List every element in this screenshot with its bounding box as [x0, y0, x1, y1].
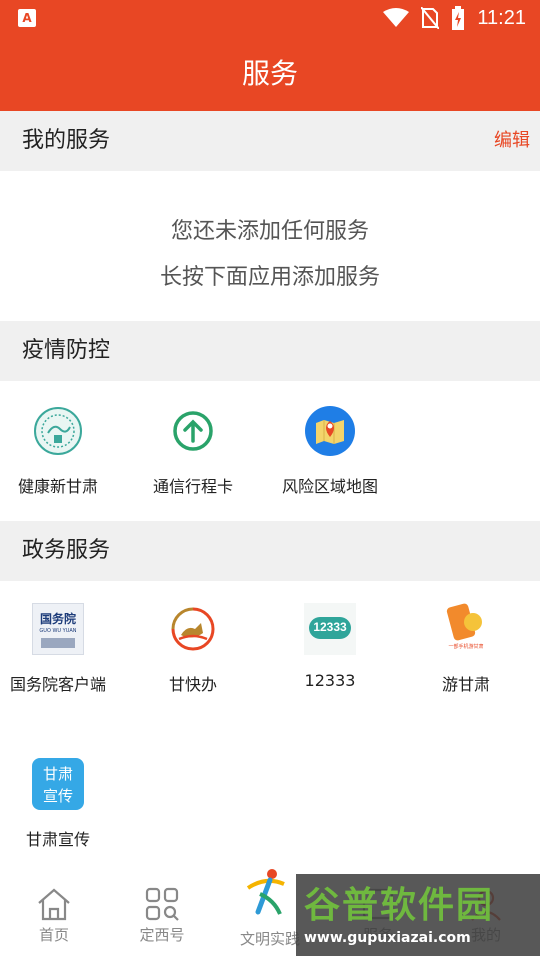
- icon-text: 国务院: [39, 612, 76, 626]
- service-label: 12333: [304, 671, 356, 690]
- edit-button[interactable]: 编辑: [494, 111, 530, 171]
- travel-gansu-icon: 一部手机游甘肃: [440, 602, 492, 655]
- title-bar: 服务: [0, 36, 540, 111]
- gov-services-header: 政务服务: [0, 521, 540, 581]
- section-title: 政务服务: [22, 538, 111, 563]
- service-12333[interactable]: 12333 12333: [262, 603, 398, 713]
- app-notification-icon: A: [18, 9, 36, 27]
- gan-kuaiban-icon: [171, 607, 215, 651]
- watermark-url: www.gupuxiazai.com: [304, 930, 471, 946]
- civilization-icon: [246, 869, 285, 915]
- service-label: 甘肃宣传: [25, 830, 90, 849]
- hotline-12333-icon: 12333: [304, 603, 356, 655]
- watermark-brand: 谷普软件园: [304, 885, 495, 926]
- icon-text: 一部手机游甘肃: [448, 644, 484, 650]
- service-label: 通信行程卡: [152, 477, 233, 496]
- nav-label: 定西号: [139, 926, 185, 944]
- wifi-icon: [383, 8, 410, 27]
- service-gan-kuaiban[interactable]: 甘快办: [125, 603, 261, 713]
- nav-label: 首页: [38, 926, 69, 944]
- icon-text: 甘肃: [42, 765, 73, 783]
- travel-card-icon: [173, 411, 213, 451]
- state-council-icon: 国务院 GUO WU YUAN: [32, 603, 84, 655]
- section-title: 疫情防控: [22, 338, 111, 363]
- service-travel-gansu[interactable]: 一部手机游甘肃 游甘肃: [398, 602, 534, 713]
- icon-text: GUO WU YUAN: [39, 628, 77, 634]
- site-watermark: 谷普软件园 www.gupuxiazai.com: [296, 874, 540, 956]
- epidemic-header: 疫情防控: [0, 321, 540, 381]
- empty-hint-line: 长按下面应用添加服务: [159, 265, 380, 290]
- no-sim-icon: [421, 7, 440, 29]
- service-label: 游甘肃: [441, 675, 490, 694]
- service-label: 健康新甘肃: [17, 477, 98, 496]
- status-bar: A 11:21: [0, 0, 540, 36]
- service-health-gansu[interactable]: 健康新甘肃: [0, 405, 126, 515]
- gansu-publicity-icon: 甘肃 宣传: [32, 758, 84, 810]
- risk-map-icon: [305, 406, 355, 456]
- service-risk-map[interactable]: 风险区域地图: [262, 405, 398, 515]
- icon-text: 宣传: [42, 787, 73, 805]
- icon-text: 12333: [313, 620, 347, 634]
- nav-home[interactable]: 首页: [0, 868, 108, 960]
- my-services-empty-state: 您还未添加任何服务 长按下面应用添加服务: [0, 171, 540, 321]
- service-label: 风险区域地图: [281, 477, 378, 496]
- status-icons: 11:21: [383, 5, 526, 31]
- my-services-header: 我的服务 编辑: [0, 111, 540, 171]
- service-label: 国务院客户端: [9, 675, 106, 694]
- health-gansu-icon: [34, 407, 82, 455]
- empty-hint-line: 您还未添加任何服务: [170, 219, 369, 244]
- service-gansu-publicity[interactable]: 甘肃 宣传 甘肃宣传: [0, 758, 126, 868]
- clock: 11:21: [477, 6, 526, 29]
- page-title: 服务: [241, 57, 298, 90]
- battery-charging-icon: [452, 6, 465, 30]
- service-travel-card[interactable]: 通信行程卡: [125, 405, 261, 515]
- service-label: 甘快办: [168, 675, 217, 694]
- section-title: 我的服务: [22, 128, 111, 153]
- home-icon: [38, 888, 70, 921]
- grid-search-icon: [145, 887, 179, 921]
- nav-dingxi[interactable]: 定西号: [108, 868, 216, 960]
- service-state-council[interactable]: 国务院 GUO WU YUAN 国务院客户端: [0, 603, 126, 713]
